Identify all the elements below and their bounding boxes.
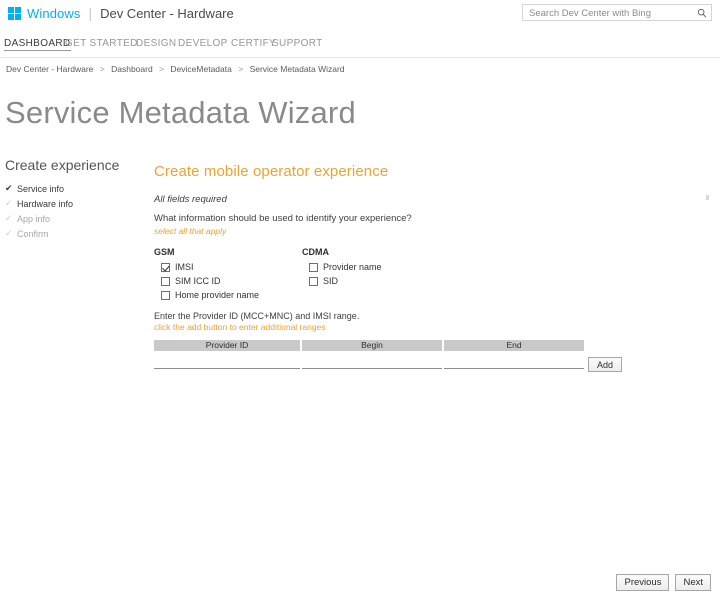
checkbox-label-sim-icc-id: SIM ICC ID: [175, 276, 221, 286]
checkbox-label-home-provider-name: Home provider name: [175, 290, 260, 300]
checkbox-row-provider-name[interactable]: Provider name: [302, 260, 382, 274]
top-header: Windows | Dev Center - Hardware: [0, 0, 720, 28]
input-begin[interactable]: [302, 355, 442, 369]
checkbox-provider-name[interactable]: [309, 262, 318, 272]
breadcrumb-item-current: Service Metadata Wizard: [249, 64, 345, 74]
check-icon: ✓: [5, 228, 13, 238]
nav-item-dashboard[interactable]: DASHBOARD: [4, 38, 71, 51]
column-header-end: End: [444, 340, 584, 351]
scrollbar-artifact[interactable]: [706, 195, 709, 200]
column-header-provider-id: Provider ID: [154, 340, 300, 351]
checkbox-home-provider-name[interactable]: [161, 290, 170, 300]
checkbox-label-provider-name: Provider name: [323, 262, 382, 272]
group-title-cdma: CDMA: [302, 247, 329, 257]
identify-question: What information should be used to ident…: [154, 213, 412, 224]
nav-divider: [0, 57, 720, 58]
nav-item-get-started[interactable]: GET STARTED: [65, 38, 138, 49]
nav-item-support[interactable]: SUPPORT: [272, 38, 323, 49]
search-box[interactable]: [522, 4, 712, 22]
wizard-footer: Previous Next: [616, 574, 711, 591]
group-title-gsm: GSM: [154, 247, 175, 257]
range-table: Provider ID Begin End Add: [154, 340, 624, 380]
checkbox-row-sid[interactable]: SID: [302, 274, 382, 288]
breadcrumb-separator: >: [99, 64, 105, 74]
nav-item-design[interactable]: DESIGN: [136, 38, 176, 49]
input-provider-id[interactable]: [154, 355, 300, 369]
sidebar-item-hardware-info[interactable]: ✓ Hardware info: [5, 196, 145, 211]
checkbox-label-sid: SID: [323, 276, 339, 286]
select-all-hint: select all that apply: [154, 226, 227, 236]
checkbox-sid[interactable]: [309, 276, 318, 286]
sidebar-item-label: Hardware info: [17, 198, 74, 209]
breadcrumb-separator: >: [238, 64, 244, 74]
breadcrumb-separator: >: [159, 64, 165, 74]
breadcrumb: Dev Center - Hardware > Dashboard > Devi…: [6, 64, 345, 74]
input-end[interactable]: [444, 355, 584, 369]
checkbox-label-imsi: IMSI: [175, 262, 194, 272]
sidebar-item-label: App info: [17, 213, 51, 224]
checkbox-row-imsi[interactable]: IMSI: [154, 260, 259, 274]
range-instruction: Enter the Provider ID (MCC+MNC) and IMSI…: [154, 311, 360, 321]
windows-logo-icon: [8, 6, 21, 20]
breadcrumb-item-dashboard[interactable]: Dashboard: [111, 64, 153, 74]
all-fields-required-note: All fields required: [154, 194, 227, 205]
search-icon[interactable]: [697, 8, 707, 18]
checkbox-row-sim-icc-id[interactable]: SIM ICC ID: [154, 274, 259, 288]
sidebar-item-app-info[interactable]: ✓ App info: [5, 211, 145, 226]
brand-subtitle: Dev Center - Hardware: [100, 5, 234, 21]
brand-name: Windows: [27, 5, 81, 21]
check-icon: ✓: [5, 198, 13, 208]
checkbox-groups: GSM IMSI SIM ICC ID Home provider name C…: [154, 247, 624, 302]
breadcrumb-item-dev-center[interactable]: Dev Center - Hardware: [6, 64, 93, 74]
previous-button[interactable]: Previous: [616, 574, 670, 591]
next-button[interactable]: Next: [675, 574, 711, 591]
page-title: Service Metadata Wizard: [5, 95, 356, 130]
sidebar-item-confirm[interactable]: ✓ Confirm: [5, 226, 145, 241]
nav-item-certify[interactable]: CERTIFY: [231, 38, 276, 49]
checkbox-group-gsm: GSM IMSI SIM ICC ID Home provider name: [154, 247, 259, 302]
range-hint: click the add button to enter additional…: [154, 322, 326, 332]
sidebar-item-label: Confirm: [17, 228, 49, 239]
main-nav: DASHBOARD GET STARTED DESIGN DEVELOP CER…: [0, 38, 720, 54]
checkbox-sim-icc-id[interactable]: [161, 276, 170, 286]
search-input[interactable]: [527, 5, 691, 22]
add-button[interactable]: Add: [588, 357, 622, 372]
checkbox-group-cdma: CDMA Provider name SID: [302, 247, 382, 288]
checkbox-imsi[interactable]: [161, 262, 170, 272]
breadcrumb-item-devicemetadata[interactable]: DeviceMetadata: [170, 64, 231, 74]
sidebar-item-service-info[interactable]: ✔ Service info: [5, 181, 145, 196]
steps-title: Create experience: [5, 157, 120, 173]
brand[interactable]: Windows | Dev Center - Hardware: [8, 5, 234, 21]
create-experience-steps: Create experience ✔ Service info ✓ Hardw…: [5, 157, 145, 241]
section-heading: Create mobile operator experience: [154, 163, 389, 180]
nav-item-develop[interactable]: DEVELOP: [178, 38, 228, 49]
sidebar-item-label: Service info: [17, 183, 65, 194]
column-header-begin: Begin: [302, 340, 442, 351]
main-content: Create mobile operator experience All fi…: [154, 163, 624, 380]
checkbox-row-home-provider-name[interactable]: Home provider name: [154, 288, 259, 302]
check-icon: ✓: [5, 213, 13, 223]
brand-separator: |: [88, 5, 93, 21]
check-icon: ✔: [5, 183, 13, 193]
